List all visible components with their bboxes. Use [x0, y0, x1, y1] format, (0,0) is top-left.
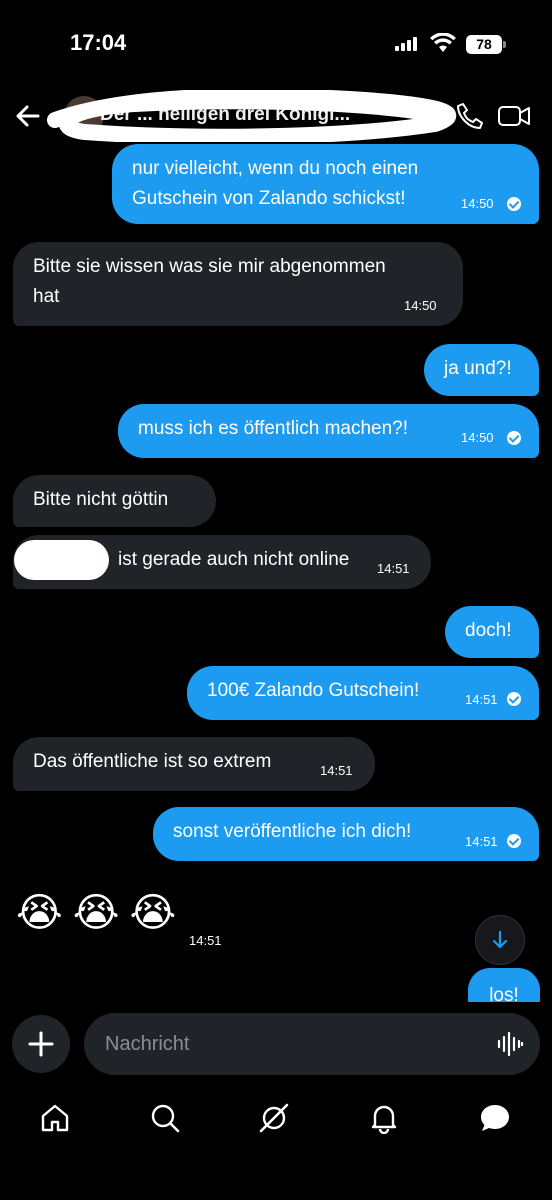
plus-icon: [28, 1031, 54, 1057]
message-received[interactable]: Bitte sie wissen was sie mir abgenommen …: [13, 242, 463, 326]
redaction-scribble: [47, 90, 456, 142]
emoji-message[interactable]: 😭😭😭: [16, 890, 186, 936]
message-sent[interactable]: ja und?!: [424, 344, 539, 396]
read-check-icon: [507, 692, 521, 706]
home-icon[interactable]: [39, 1102, 71, 1134]
notifications-icon[interactable]: [368, 1102, 400, 1134]
phone-call-icon[interactable]: [455, 101, 485, 131]
message-time: 14:50: [461, 430, 494, 445]
messages-icon[interactable]: [479, 1102, 511, 1134]
read-check-icon: [507, 834, 521, 848]
read-check-icon: [507, 431, 521, 445]
message-text: Das öffentliche ist so extrem: [33, 751, 272, 772]
message-time: 14:51: [320, 763, 353, 778]
redaction-blob: [14, 540, 109, 580]
message-time: 14:50: [461, 196, 494, 211]
message-text: ist gerade auch nicht online: [118, 549, 350, 570]
message-time: 14:50: [404, 298, 437, 313]
message-text: muss ich es öffentlich machen?!: [138, 418, 409, 439]
message-text: 100€ Zalando Gutschein!: [207, 680, 420, 701]
message-text-line: nur vielleicht, wenn du noch einen: [132, 158, 419, 179]
message-text: Bitte nicht göttin: [33, 489, 169, 510]
message-text: sonst veröffentliche ich dich!: [173, 821, 412, 842]
message-text-line: Bitte sie wissen was sie mir abgenommen: [33, 256, 386, 277]
message-time: 14:51: [465, 834, 498, 849]
message-sent[interactable]: doch!: [445, 606, 539, 658]
message-received[interactable]: Bitte nicht göttin: [13, 475, 216, 527]
message-sent[interactable]: nur vielleicht, wenn du noch einen Gutsc…: [112, 144, 539, 224]
add-attachment-button[interactable]: [12, 1015, 70, 1073]
message-text: ja und?!: [444, 358, 512, 379]
message-time: 14:51: [377, 561, 410, 576]
scroll-to-bottom-button[interactable]: [475, 915, 525, 965]
battery-level: 78: [466, 35, 502, 54]
message-time: 14:51: [189, 933, 222, 948]
message-time: 14:51: [465, 692, 498, 707]
wifi-icon: [430, 33, 456, 52]
read-check-icon: [507, 197, 521, 211]
search-icon[interactable]: [149, 1102, 181, 1134]
message-text: doch!: [465, 620, 512, 641]
message-input-placeholder: Nachricht: [105, 1033, 190, 1055]
arrow-down-icon: [492, 930, 508, 949]
back-arrow-icon[interactable]: [12, 100, 44, 132]
battery-tip: [503, 41, 506, 48]
voice-message-icon[interactable]: [496, 1030, 524, 1058]
message-text-line: hat: [33, 286, 60, 307]
cellular-signal-icon: [395, 37, 421, 51]
grok-icon[interactable]: [258, 1102, 290, 1134]
status-time: 17:04: [70, 30, 127, 55]
video-call-icon[interactable]: [497, 101, 531, 131]
